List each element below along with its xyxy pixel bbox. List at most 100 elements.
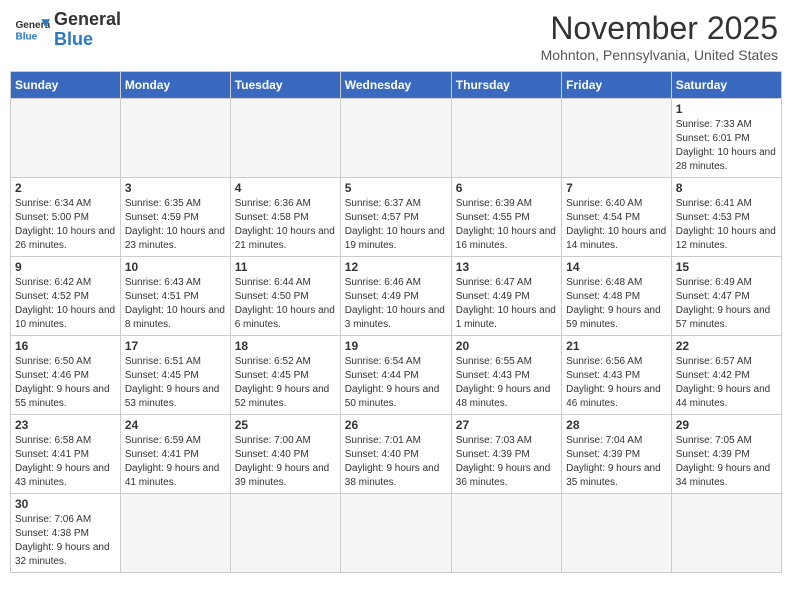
day-number: 8 bbox=[676, 181, 777, 195]
calendar-cell: 5 Sunrise: 6:37 AM Sunset: 4:57 PM Daylig… bbox=[340, 178, 451, 257]
day-info: Sunrise: 6:35 AM Sunset: 4:59 PM Dayligh… bbox=[125, 197, 226, 253]
day-info: Sunrise: 6:56 AM Sunset: 4:43 PM Dayligh… bbox=[566, 355, 667, 411]
calendar-cell bbox=[120, 494, 230, 573]
day-info: Sunrise: 6:55 AM Sunset: 4:43 PM Dayligh… bbox=[456, 355, 557, 411]
calendar-cell bbox=[230, 494, 340, 573]
day-number: 17 bbox=[125, 339, 226, 353]
column-header-tuesday: Tuesday bbox=[230, 72, 340, 99]
calendar-cell: 26 Sunrise: 7:01 AM Sunset: 4:40 PM Dayli… bbox=[340, 415, 451, 494]
calendar-cell: 10 Sunrise: 6:43 AM Sunset: 4:51 PM Dayli… bbox=[120, 257, 230, 336]
day-number: 16 bbox=[15, 339, 116, 353]
day-info: Sunrise: 7:01 AM Sunset: 4:40 PM Dayligh… bbox=[345, 434, 447, 490]
calendar-cell: 13 Sunrise: 6:47 AM Sunset: 4:49 PM Dayli… bbox=[451, 257, 561, 336]
calendar-cell: 2 Sunrise: 6:34 AM Sunset: 5:00 PM Daylig… bbox=[11, 178, 121, 257]
calendar-cell: 6Sunrise: 6:39 AM Sunset: 4:55 PM Daylig… bbox=[451, 178, 561, 257]
column-header-thursday: Thursday bbox=[451, 72, 561, 99]
calendar-cell: 12Sunrise: 6:46 AM Sunset: 4:49 PM Dayli… bbox=[340, 257, 451, 336]
calendar-cell: 23Sunrise: 6:58 AM Sunset: 4:41 PM Dayli… bbox=[11, 415, 121, 494]
calendar: SundayMondayTuesdayWednesdayThursdayFrid… bbox=[10, 71, 782, 573]
calendar-cell: 21Sunrise: 6:56 AM Sunset: 4:43 PM Dayli… bbox=[562, 336, 672, 415]
day-number: 11 bbox=[235, 260, 336, 274]
calendar-cell: 8Sunrise: 6:41 AM Sunset: 4:53 PM Daylig… bbox=[671, 178, 781, 257]
calendar-cell bbox=[562, 99, 672, 178]
logo-icon: General Blue bbox=[14, 12, 50, 48]
calendar-cell bbox=[340, 99, 451, 178]
day-number: 1 bbox=[676, 102, 777, 116]
day-info: Sunrise: 7:33 AM Sunset: 6:01 PM Dayligh… bbox=[676, 118, 777, 174]
day-number: 25 bbox=[235, 418, 336, 432]
calendar-cell: 15Sunrise: 6:49 AM Sunset: 4:47 PM Dayli… bbox=[671, 257, 781, 336]
day-number: 7 bbox=[566, 181, 667, 195]
day-info: Sunrise: 7:04 AM Sunset: 4:39 PM Dayligh… bbox=[566, 434, 667, 490]
calendar-cell: 28 Sunrise: 7:04 AM Sunset: 4:39 PM Dayli… bbox=[562, 415, 672, 494]
calendar-week-4: 16Sunrise: 6:50 AM Sunset: 4:46 PM Dayli… bbox=[11, 336, 782, 415]
day-number: 9 bbox=[15, 260, 116, 274]
calendar-week-2: 2 Sunrise: 6:34 AM Sunset: 5:00 PM Daylig… bbox=[11, 178, 782, 257]
day-info: Sunrise: 6:51 AM Sunset: 4:45 PM Dayligh… bbox=[125, 355, 226, 411]
day-info: Sunrise: 6:47 AM Sunset: 4:49 PM Dayligh… bbox=[456, 276, 557, 332]
column-header-wednesday: Wednesday bbox=[340, 72, 451, 99]
day-number: 6 bbox=[456, 181, 557, 195]
day-number: 13 bbox=[456, 260, 557, 274]
calendar-cell bbox=[230, 99, 340, 178]
day-info: Sunrise: 6:42 AM Sunset: 4:52 PM Dayligh… bbox=[15, 276, 116, 332]
calendar-week-3: 9 Sunrise: 6:42 AM Sunset: 4:52 PM Daylig… bbox=[11, 257, 782, 336]
day-info: Sunrise: 6:54 AM Sunset: 4:44 PM Dayligh… bbox=[345, 355, 447, 411]
day-info: Sunrise: 6:59 AM Sunset: 4:41 PM Dayligh… bbox=[125, 434, 226, 490]
column-header-monday: Monday bbox=[120, 72, 230, 99]
day-info: Sunrise: 6:44 AM Sunset: 4:50 PM Dayligh… bbox=[235, 276, 336, 332]
day-number: 5 bbox=[345, 181, 447, 195]
calendar-cell: 7 Sunrise: 6:40 AM Sunset: 4:54 PM Daylig… bbox=[562, 178, 672, 257]
day-number: 30 bbox=[15, 497, 116, 511]
day-number: 15 bbox=[676, 260, 777, 274]
svg-text:Blue: Blue bbox=[15, 31, 37, 42]
day-number: 4 bbox=[235, 181, 336, 195]
calendar-cell bbox=[451, 494, 561, 573]
day-number: 24 bbox=[125, 418, 226, 432]
month-title: November 2025 bbox=[541, 10, 778, 47]
calendar-cell: 17 Sunrise: 6:51 AM Sunset: 4:45 PM Dayli… bbox=[120, 336, 230, 415]
day-number: 3 bbox=[125, 181, 226, 195]
day-info: Sunrise: 6:43 AM Sunset: 4:51 PM Dayligh… bbox=[125, 276, 226, 332]
calendar-week-5: 23Sunrise: 6:58 AM Sunset: 4:41 PM Dayli… bbox=[11, 415, 782, 494]
day-info: Sunrise: 6:37 AM Sunset: 4:57 PM Dayligh… bbox=[345, 197, 447, 253]
day-number: 28 bbox=[566, 418, 667, 432]
day-number: 18 bbox=[235, 339, 336, 353]
calendar-cell bbox=[340, 494, 451, 573]
calendar-cell: 16Sunrise: 6:50 AM Sunset: 4:46 PM Dayli… bbox=[11, 336, 121, 415]
day-number: 2 bbox=[15, 181, 116, 195]
day-info: Sunrise: 7:03 AM Sunset: 4:39 PM Dayligh… bbox=[456, 434, 557, 490]
day-info: Sunrise: 6:52 AM Sunset: 4:45 PM Dayligh… bbox=[235, 355, 336, 411]
day-number: 20 bbox=[456, 339, 557, 353]
calendar-cell bbox=[671, 494, 781, 573]
day-number: 14 bbox=[566, 260, 667, 274]
day-info: Sunrise: 7:05 AM Sunset: 4:39 PM Dayligh… bbox=[676, 434, 777, 490]
calendar-cell: 24 Sunrise: 6:59 AM Sunset: 4:41 PM Dayli… bbox=[120, 415, 230, 494]
calendar-cell: 19Sunrise: 6:54 AM Sunset: 4:44 PM Dayli… bbox=[340, 336, 451, 415]
calendar-cell: 29Sunrise: 7:05 AM Sunset: 4:39 PM Dayli… bbox=[671, 415, 781, 494]
column-header-friday: Friday bbox=[562, 72, 672, 99]
day-info: Sunrise: 6:40 AM Sunset: 4:54 PM Dayligh… bbox=[566, 197, 667, 253]
day-number: 23 bbox=[15, 418, 116, 432]
calendar-cell bbox=[562, 494, 672, 573]
day-number: 12 bbox=[345, 260, 447, 274]
day-info: Sunrise: 6:36 AM Sunset: 4:58 PM Dayligh… bbox=[235, 197, 336, 253]
day-number: 10 bbox=[125, 260, 226, 274]
calendar-cell bbox=[451, 99, 561, 178]
calendar-week-6: 30 Sunrise: 7:06 AM Sunset: 4:38 PM Dayli… bbox=[11, 494, 782, 573]
calendar-cell: 25Sunrise: 7:00 AM Sunset: 4:40 PM Dayli… bbox=[230, 415, 340, 494]
header: General Blue General Blue November 2025 … bbox=[10, 10, 782, 63]
title-area: November 2025 Mohnton, Pennsylvania, Uni… bbox=[541, 10, 778, 63]
calendar-cell: 18 Sunrise: 6:52 AM Sunset: 4:45 PM Dayli… bbox=[230, 336, 340, 415]
calendar-cell: 9 Sunrise: 6:42 AM Sunset: 4:52 PM Daylig… bbox=[11, 257, 121, 336]
day-info: Sunrise: 6:34 AM Sunset: 5:00 PM Dayligh… bbox=[15, 197, 116, 253]
day-number: 26 bbox=[345, 418, 447, 432]
day-number: 27 bbox=[456, 418, 557, 432]
column-header-saturday: Saturday bbox=[671, 72, 781, 99]
calendar-cell: 27 Sunrise: 7:03 AM Sunset: 4:39 PM Dayli… bbox=[451, 415, 561, 494]
calendar-cell: 20 Sunrise: 6:55 AM Sunset: 4:43 PM Dayli… bbox=[451, 336, 561, 415]
day-info: Sunrise: 6:48 AM Sunset: 4:48 PM Dayligh… bbox=[566, 276, 667, 332]
day-info: Sunrise: 7:06 AM Sunset: 4:38 PM Dayligh… bbox=[15, 513, 116, 569]
calendar-header-row: SundayMondayTuesdayWednesdayThursdayFrid… bbox=[11, 72, 782, 99]
logo-text: General Blue bbox=[54, 10, 121, 50]
